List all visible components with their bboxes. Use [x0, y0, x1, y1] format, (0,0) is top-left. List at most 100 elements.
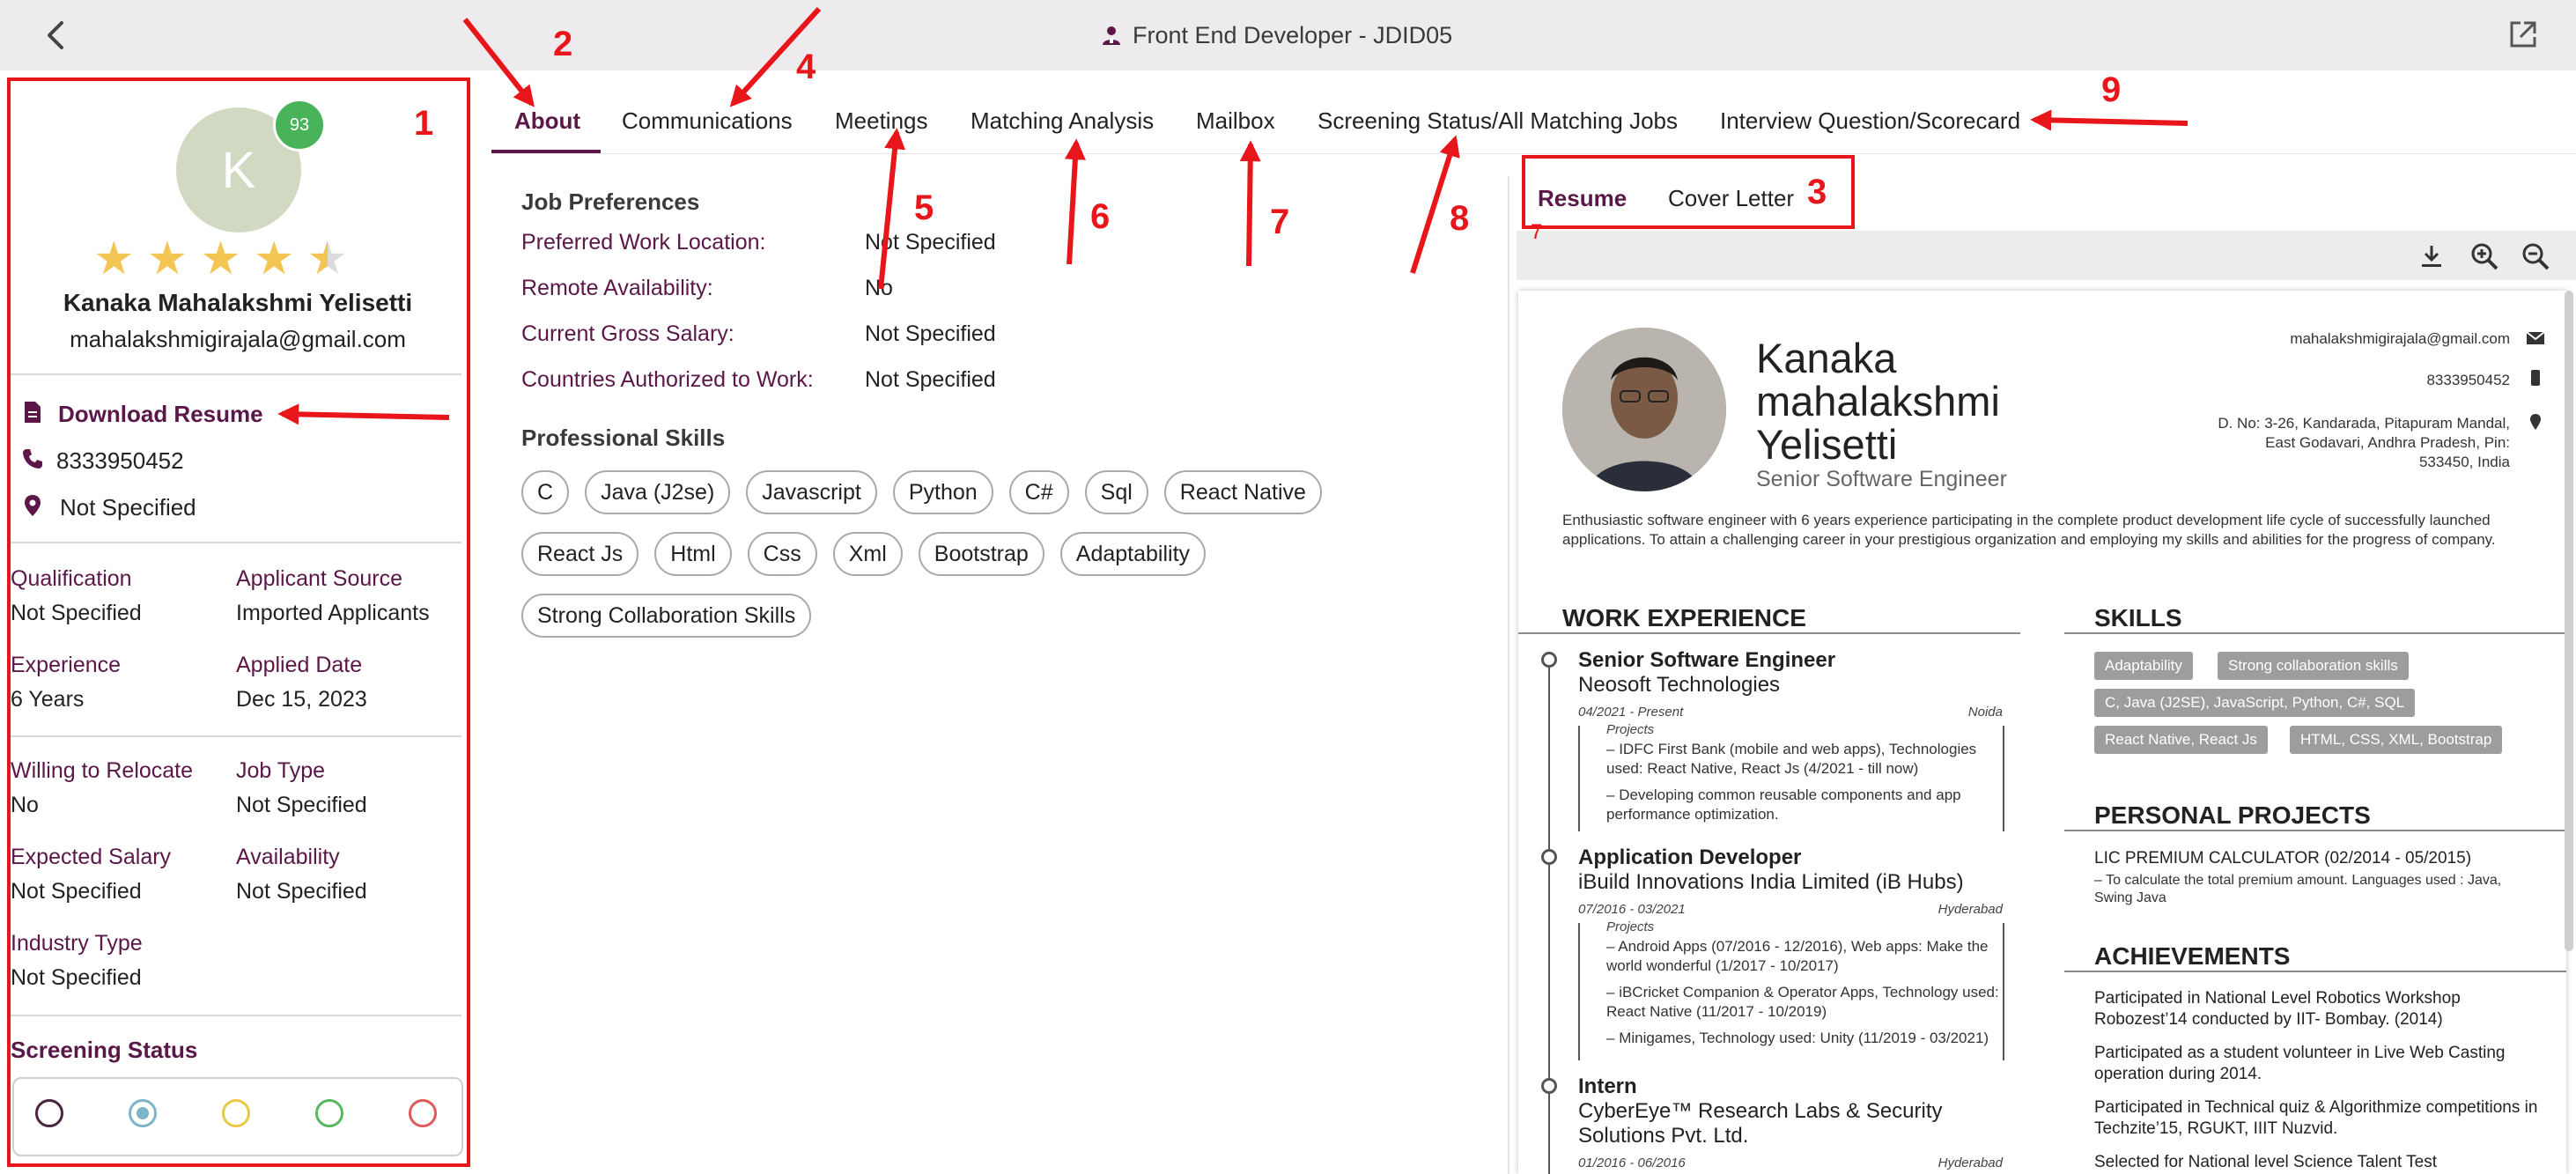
skill-chip: Java (J2se) — [585, 470, 731, 514]
zoom-out-icon[interactable] — [2521, 241, 2550, 271]
skill-chip: Python — [892, 470, 993, 514]
page-title-wrap: Front End Developer - JDID05 — [1101, 18, 1452, 53]
job-preferences-title: Job Preferences — [521, 188, 700, 215]
job-title: Intern — [1578, 1074, 1637, 1098]
annotation-number: 7 — [1270, 203, 1290, 241]
resume-address-line: D. No: 3-26, Kandarada, Pitapuram Mandal… — [2218, 415, 2510, 432]
job-company: Solutions Pvt. Ltd. — [1578, 1124, 1749, 1148]
resume-skill-tag: Adaptability — [2094, 652, 2193, 680]
pref-value: Not Specified — [865, 321, 996, 346]
project-bullet-text: Minigames, Technology used: Unity (11/20… — [1619, 1030, 1989, 1046]
open-external-icon[interactable] — [2505, 16, 2542, 53]
project-desc: – To calculate the total premium amount.… — [2094, 873, 2502, 905]
projects-label: Projects — [1606, 919, 1655, 934]
job-company: CyberEye™ Research Labs & Security — [1578, 1099, 1943, 1123]
pref-label: Countries Authorized to Work: — [521, 367, 814, 392]
resume-skill-tag: Strong collaboration skills — [2218, 652, 2409, 680]
download-icon[interactable] — [2417, 241, 2447, 271]
resume-name-line: Yelisetti — [1756, 421, 1898, 468]
achievement-item: Participated in National Level Robotics … — [2094, 989, 2461, 1029]
resume-photo — [1562, 328, 1726, 491]
resume-name: Kanaka mahalakshmi Yelisetti — [1756, 336, 2000, 466]
project-bullet: – iBCricket Companion & Operator Apps, T… — [1606, 984, 1999, 1020]
skill-chip: Html — [654, 532, 732, 576]
pref-value: Not Specified — [865, 230, 996, 255]
skill-chip: React Native — [1163, 470, 1322, 514]
personal-projects-heading: PERSONAL PROJECTS — [2094, 801, 2371, 829]
annotation-box-doc-tabs — [1522, 155, 1855, 229]
skill-chip: Xml — [832, 532, 903, 576]
mobile-icon — [2531, 370, 2540, 386]
professional-skills-title: Professional Skills — [521, 425, 726, 451]
job-city: Hyderabad — [1938, 1156, 2003, 1170]
mail-icon — [2526, 331, 2545, 344]
annotation-arrow-6 — [1064, 138, 1086, 265]
skill-chip-list: C Java (J2se) Javascript Python C# Sql React N… — [521, 470, 1367, 638]
annotation-number: 5 — [914, 188, 934, 227]
tab-matching-analysis[interactable]: Matching Analysis — [971, 107, 1154, 135]
annotation-number: 3 — [1807, 173, 1827, 211]
project-bullet: – Developing common reusable components … — [1606, 786, 1961, 823]
job-city: Hyderabad — [1938, 902, 2003, 917]
skill-chip: React Js — [521, 532, 639, 576]
pane-divider — [1508, 176, 1509, 1174]
timeline-dot — [1541, 849, 1557, 865]
tab-divider — [491, 153, 2576, 154]
annotation-number: 1 — [414, 104, 434, 143]
heading-rule — [2064, 971, 2566, 972]
job-title: Application Developer — [1578, 845, 1802, 869]
skill-chip: Javascript — [746, 470, 877, 514]
heading-rule — [1518, 632, 2020, 634]
resume-phone: 8333950452 — [2426, 372, 2510, 388]
resume-preview[interactable]: Kanaka mahalakshmi Yelisetti Senior Soft… — [1518, 291, 2566, 1174]
job-dates: 04/2021 - Present — [1578, 705, 1684, 720]
tab-interview-question[interactable]: Interview Question/Scorecard — [1720, 107, 2020, 135]
timeline-line — [1548, 662, 1550, 1174]
project-bullet: – Minigames, Technology used: Unity (11/… — [1606, 1030, 1989, 1046]
resume-skill-tag: C, Java (J2SE), JavaScript, Python, C#, … — [2094, 689, 2416, 717]
tab-about[interactable]: About — [514, 107, 580, 135]
job-title: Senior Software Engineer — [1578, 648, 1836, 672]
resume-skill-tag: React Native, React Js — [2094, 726, 2268, 754]
skill-chip: Strong Collaboration Skills — [521, 594, 812, 638]
job-company: iBuild Innovations India Limited (iB Hub… — [1578, 870, 1964, 894]
skill-chip: C# — [1008, 470, 1069, 514]
resume-scrollbar[interactable] — [2565, 291, 2573, 951]
resume-subtitle: Senior Software Engineer — [1756, 467, 2007, 491]
annotation-number: 8 — [1450, 199, 1470, 238]
skill-chip: Sql — [1084, 470, 1148, 514]
annotation-box-panel — [7, 78, 470, 1167]
skills-heading: SKILLS — [2094, 604, 2182, 631]
resume-address-line: 533450, India — [2418, 454, 2510, 470]
annotation-number: 6 — [1090, 197, 1111, 236]
tab-mailbox[interactable]: Mailbox — [1196, 107, 1275, 135]
project-bullet: – Android Apps (07/2016 - 12/2016), Web … — [1606, 938, 1989, 974]
job-dates: 07/2016 - 03/2021 — [1578, 902, 1686, 917]
project-bullet-text: iBCricket Companion & Operator Apps, Tec… — [1606, 984, 1999, 1020]
job-user-icon — [1103, 26, 1120, 45]
project-bullet: – IDFC First Bank (mobile and web apps),… — [1606, 741, 1977, 777]
pref-value: Not Specified — [865, 367, 996, 392]
project-bullet-text: IDFC First Bank (mobile and web apps), T… — [1606, 741, 1977, 777]
job-city: Noida — [1967, 705, 2003, 720]
annotation-arrow-7 — [1239, 140, 1261, 267]
pref-label: Preferred Work Location: — [521, 230, 766, 255]
tab-screening-status[interactable]: Screening Status/All Matching Jobs — [1318, 107, 1678, 135]
resume-summary: Enthusiastic software engineer with 6 ye… — [1562, 512, 2496, 548]
project-bullet-text: Developing common reusable components an… — [1606, 786, 1961, 823]
tab-meetings[interactable]: Meetings — [835, 107, 928, 135]
map-pin-icon — [2530, 414, 2541, 430]
work-experience-heading: WORK EXPERIENCE — [1562, 604, 1806, 631]
project-name: LIC PREMIUM CALCULATOR (02/2014 - 05/201… — [2094, 849, 2472, 868]
resume-skill-tag: HTML, CSS, XML, Bootstrap — [2290, 726, 2503, 754]
achievement-item: Participated in Technical quiz & Algorit… — [2094, 1098, 2538, 1138]
skill-chip: Css — [747, 532, 817, 576]
page-title: Front End Developer - JDID05 — [1133, 21, 1453, 48]
annotation-number: 9 — [2101, 70, 2122, 109]
project-bullet-text: Android Apps (07/2016 - 12/2016), Web ap… — [1606, 938, 1989, 974]
tab-communications[interactable]: Communications — [622, 107, 793, 135]
zoom-in-icon[interactable] — [2469, 241, 2499, 271]
document-toolbar — [1517, 231, 2576, 280]
job-company: Neosoft Technologies — [1578, 673, 1781, 697]
resume-address: D. No: 3-26, Kandarada, Pitapuram Mandal… — [2218, 414, 2510, 472]
